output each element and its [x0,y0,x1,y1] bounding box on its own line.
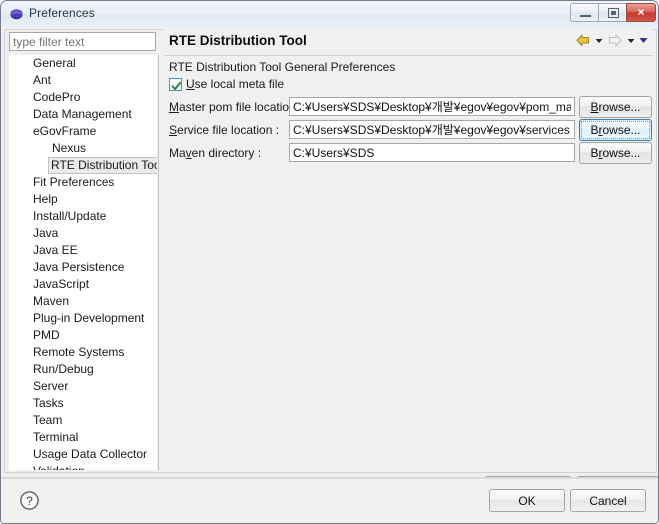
field-label-service-file-location: Service file location : [169,123,279,137]
sidebar-item-plug-in-development[interactable]: Plug-in Development [9,310,157,327]
sidebar-item-pmd[interactable]: PMD [9,327,157,344]
sidebar-item-terminal[interactable]: Terminal [9,429,157,446]
sidebar-item-label: Help [30,191,61,208]
browse-button-maven-directory[interactable]: Browse... [579,142,652,164]
minimize-button[interactable] [570,3,599,22]
preferences-dialog: Preferences × GeneralAntCodeProData Mana… [0,0,659,524]
sidebar-item-label: Run/Debug [30,361,97,378]
sidebar-item-java-persistence[interactable]: Java Persistence [9,259,157,276]
sidebar-item-label: eGovFrame [30,123,99,140]
filter-input[interactable] [9,32,156,51]
sidebar-item-rte-distribution-tool[interactable]: RTE Distribution Tool [9,157,157,174]
cancel-button[interactable]: Cancel [570,489,646,512]
forward-arrow-icon [606,32,623,49]
help-question-icon[interactable]: ? [19,490,40,511]
sidebar-item-label: Data Management [30,106,135,123]
sidebar-item-fit-preferences[interactable]: Fit Preferences [9,174,157,191]
sidebar-item-egovframe[interactable]: eGovFrame [9,123,157,140]
back-arrow-icon[interactable] [574,32,591,49]
content-area: RTE Distribution Tool General Preference… [164,56,653,470]
sidebar-item-help[interactable]: Help [9,191,157,208]
sidebar-item-label: JavaScript [30,276,92,293]
field-row-maven-directory: Maven directory : Browse... [169,143,652,164]
field-input-master-pom-file-location[interactable] [289,97,575,116]
browse-button-service-file-location[interactable]: Browse... [579,119,652,141]
sidebar-item-label: Remote Systems [30,344,127,361]
preference-tree[interactable]: GeneralAntCodeProData ManagementeGovFram… [9,55,157,470]
sidebar-item-nexus[interactable]: Nexus [9,140,157,157]
sidebar-item-label: Ant [30,72,54,89]
sidebar-item-remote-systems[interactable]: Remote Systems [9,344,157,361]
checkmark-icon [171,79,182,90]
maximize-button[interactable] [598,3,627,22]
sidebar-item-tasks[interactable]: Tasks [9,395,157,412]
sidebar-item-label: Install/Update [30,208,109,225]
field-row-service-file-location: Service file location : Browse... [169,120,652,141]
dialog-body: GeneralAntCodeProData ManagementeGovFram… [1,28,659,524]
minimize-icon [580,15,591,17]
sidebar-item-label: Fit Preferences [30,174,117,191]
browse-button-label: Browse... [581,121,650,139]
tree-divider [158,55,159,470]
sidebar-item-maven[interactable]: Maven [9,293,157,310]
checkbox-box[interactable] [169,78,182,91]
sidebar-item-label: RTE Distribution Tool [48,157,157,174]
sidebar-item-label: Tasks [30,395,67,412]
sidebar-item-label: PMD [30,327,63,344]
navigation-toolbar [574,32,649,49]
sidebar-item-data-management[interactable]: Data Management [9,106,157,123]
close-icon: × [627,4,655,21]
footer-bar: ? OK Cancel [1,478,659,524]
checkbox-label: Use local meta file [186,77,284,91]
sidebar-item-team[interactable]: Team [9,412,157,429]
sidebar-item-general[interactable]: General [9,55,157,72]
sidebar-item-install-update[interactable]: Install/Update [9,208,157,225]
sidebar-item-javascript[interactable]: JavaScript [9,276,157,293]
title-bar: Preferences × [1,1,659,29]
sidebar-item-label: Maven [30,293,72,310]
content-header: RTE Distribution Tool [164,29,653,56]
sidebar-item-label: CodePro [30,89,83,106]
forward-dropdown-chevron-down-icon[interactable] [625,32,636,49]
view-menu-chevron-down-icon[interactable] [638,32,649,49]
sidebar-item-java[interactable]: Java [9,225,157,242]
sidebar-item-label: Usage Data Collector [30,446,150,463]
sidebar-item-label: Java Persistence [30,259,127,276]
sidebar-item-label: Java EE [30,242,81,259]
eclipse-preferences-icon [10,8,23,21]
sidebar-item-label: Team [30,412,65,429]
sidebar-item-run-debug[interactable]: Run/Debug [9,361,157,378]
maximize-icon [608,8,619,18]
ok-button[interactable]: OK [489,489,565,512]
close-button[interactable]: × [626,3,656,22]
svg-text:?: ? [26,494,33,508]
sidebar-item-label: Java [30,225,61,242]
sidebar-item-label: Nexus [49,140,89,157]
sidebar-item-java-ee[interactable]: Java EE [9,242,157,259]
back-dropdown-chevron-down-icon[interactable] [593,32,604,49]
window-title: Preferences [29,6,95,20]
browse-button-label: Browse... [581,144,650,162]
field-row-master-pom-file-location: Master pom file location : Browse... [169,97,652,118]
sidebar-item-label: Terminal [30,429,81,446]
field-label-maven-directory: Maven directory : [169,146,261,160]
sidebar-item-usage-data-collector[interactable]: Usage Data Collector [9,446,157,463]
sidebar-item-server[interactable]: Server [9,378,157,395]
page-title: RTE Distribution Tool [169,33,307,48]
section-label: RTE Distribution Tool General Preference… [169,60,395,74]
sidebar-item-validation[interactable]: Validation [9,463,157,470]
sidebar-item-ant[interactable]: Ant [9,72,157,89]
sidebar-item-label: General [30,55,79,72]
sidebar-item-label: Validation [30,463,88,470]
sidebar-item-label: Server [30,378,71,395]
field-label-master-pom-file-location: Master pom file location : [169,100,302,114]
field-input-service-file-location[interactable] [289,120,575,139]
use-local-meta-file-checkbox[interactable]: Use local meta file [169,77,284,91]
browse-button-label: Browse... [581,98,650,116]
sidebar-item-label: Plug-in Development [30,310,147,327]
sidebar-item-codepro[interactable]: CodePro [9,89,157,106]
browse-button-master-pom-file-location[interactable]: Browse... [579,96,652,118]
field-input-maven-directory[interactable] [289,143,575,162]
